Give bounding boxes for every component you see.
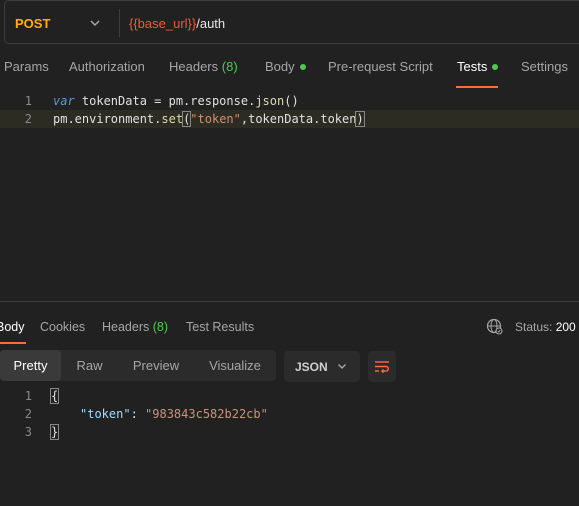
url-input[interactable]: {{base_url}}/auth [129,16,225,31]
code-text: { [49,388,60,404]
url-path: /auth [196,16,226,31]
tab-tests[interactable]: Tests [457,59,499,74]
pane-divider[interactable] [0,301,579,302]
tests-script-editor[interactable]: 1 var tokenData = pm.response.json() 2 p… [0,90,579,300]
chevron-down-icon [338,364,346,369]
tab-body[interactable]: Body [265,59,306,74]
view-mode-raw[interactable]: Raw [61,350,118,381]
request-tabs: Params Authorization Headers (8) Body Pr… [0,48,579,88]
url-bar: POST {{base_url}}/auth [4,0,579,44]
method-select[interactable]: POST [15,16,50,31]
code-line: 1 var tokenData = pm.response.json() [0,92,579,110]
line-number: 2 [24,407,32,421]
line-number: 1 [24,389,32,403]
modified-indicator [492,63,499,70]
view-mode-selector: Pretty Raw Preview Visualize [0,350,276,381]
format-label: JSON [295,360,328,374]
url-divider [119,9,120,37]
response-line: 1 { [0,388,579,406]
code-text: "token": "983843c582b22cb" [80,407,268,421]
line-number: 2 [24,112,32,126]
code-text: pm.environment.set("token",tokenData.tok… [53,111,365,127]
active-tab-indicator [456,86,498,88]
line-number: 3 [24,425,32,439]
tab-settings[interactable]: Settings [521,59,568,74]
view-mode-visualize[interactable]: Visualize [194,350,276,381]
active-tab-indicator [0,342,26,344]
chevron-down-icon[interactable] [88,16,102,30]
code-text: } [49,424,60,440]
tab-headers[interactable]: Headers (8) [169,59,238,74]
view-mode-pretty[interactable]: Pretty [0,350,61,381]
status-code: 200 [555,320,576,334]
code-text: var tokenData = pm.response.json() [53,94,299,108]
modified-indicator [299,63,306,70]
url-variable: {{base_url}} [129,16,197,31]
code-line-active: 2 pm.environment.set("token",tokenData.t… [0,110,579,128]
response-tab-cookies[interactable]: Cookies [40,320,85,334]
tab-authorization[interactable]: Authorization [69,59,145,74]
format-select[interactable]: JSON [284,351,360,382]
response-tab-body[interactable]: Body [0,320,25,334]
response-line: 2 "token": "983843c582b22cb" [0,406,579,424]
wrap-lines-icon [375,361,389,374]
response-status: Status: 200 [515,320,576,334]
tab-pre-request-script[interactable]: Pre-request Script [328,59,433,74]
response-tabs: Body Cookies Headers (8) Test Results St… [0,312,579,344]
view-mode-preview[interactable]: Preview [118,350,194,381]
response-tab-headers[interactable]: Headers (8) [102,320,168,334]
line-number: 1 [24,94,32,108]
tab-params[interactable]: Params [4,59,49,74]
response-tab-test-results[interactable]: Test Results [186,320,254,334]
globe-icon[interactable] [486,318,503,335]
wrap-lines-button[interactable] [368,351,396,382]
response-line: 3 } [0,424,579,442]
response-body-viewer[interactable]: 1 { 2 "token": "983843c582b22cb" 3 } [0,388,579,448]
